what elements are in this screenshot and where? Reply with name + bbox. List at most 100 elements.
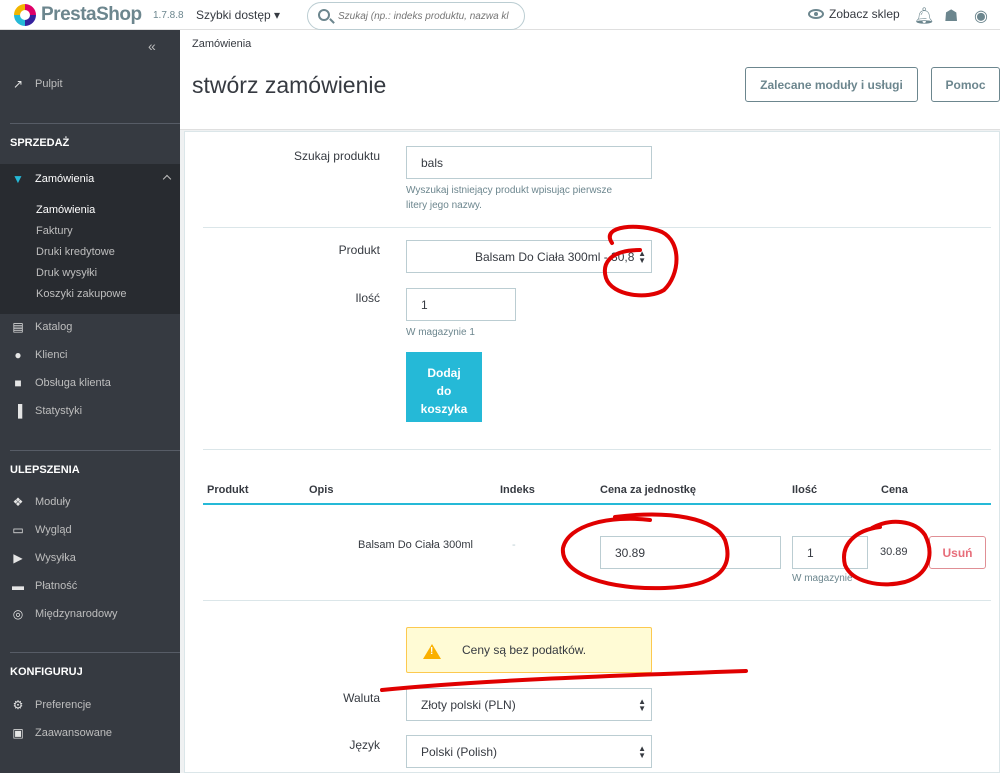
select-arrows-icon: ▲ ▼: [638, 697, 646, 713]
basket-icon: ▼: [12, 172, 24, 186]
currency-select[interactable]: Złoty polski (PLN) ▲ ▼: [406, 688, 652, 721]
sidebar-item-label: Pulpit: [35, 78, 63, 90]
sidebar-item-dashboard[interactable]: ↗ Pulpit: [0, 72, 180, 96]
sidebar-item-orders[interactable]: ▼ Zamówienia: [0, 164, 180, 194]
sidebar-item-catalog[interactable]: ▤ Katalog: [0, 315, 180, 339]
add-button-line: Dodaj: [427, 366, 461, 380]
search-icon: [318, 9, 330, 21]
row-description: Balsam Do Ciała 300ml: [358, 539, 473, 551]
unit-price-input[interactable]: 30.89: [600, 536, 781, 569]
sidebar-item-preferences[interactable]: ⚙ Preferencje: [0, 693, 180, 717]
search-input[interactable]: [338, 7, 520, 25]
select-arrows-icon: ▲ ▼: [638, 249, 646, 265]
product-label: Produkt: [338, 243, 380, 257]
sidebar-item-customer-service[interactable]: ■ Obsługa klienta: [0, 371, 180, 395]
add-to-cart-button[interactable]: Dodaj do koszyka: [406, 352, 482, 422]
sidebar-divider: [10, 123, 180, 124]
help-button[interactable]: Pomoc: [931, 67, 1000, 102]
sidebar-item-international[interactable]: ◎ Międzynarodowy: [0, 602, 180, 626]
user-icon[interactable]: ◉: [974, 6, 988, 26]
collapse-sidebar-icon[interactable]: «: [148, 38, 156, 54]
account-circle-icon: ●: [14, 348, 22, 362]
sidebar-item-payment[interactable]: ▬ Płatność: [0, 574, 180, 598]
quantity-label: Ilość: [355, 291, 380, 305]
product-select[interactable]: Balsam Do Ciała 300ml - 30,8 ▲ ▼: [406, 240, 652, 273]
chevron-up-icon: [162, 174, 172, 184]
sidebar-item-label: Zaawansowane: [35, 727, 113, 739]
sidebar-item-customers[interactable]: ● Klienci: [0, 343, 180, 367]
column-header-product: Produkt: [207, 484, 249, 496]
prestashop-logo-icon: [14, 4, 36, 26]
quantity-input[interactable]: 1: [406, 288, 516, 321]
globe-icon: ◎: [12, 607, 24, 621]
help-line: Wyszukaj istniejący produkt wpisując pie…: [406, 185, 613, 196]
sidebar: « ↗ Pulpit SPRZEDAŻ ▼ Zamówienia Zamówie…: [0, 30, 180, 773]
prestashop-logo[interactable]: PrestaShop: [14, 4, 142, 26]
sidebar-item-label: Klienci: [35, 349, 68, 361]
sidebar-item-label: Preferencje: [35, 699, 92, 711]
sidebar-item-label: Zamówienia: [35, 173, 95, 185]
language-select-value: Polski (Polish): [421, 744, 498, 759]
sidebar-item-modules[interactable]: ❖ Moduły: [0, 490, 180, 514]
submenu-delivery-slips[interactable]: Druk wysyłki: [36, 267, 97, 279]
view-shop-label: Zobacz sklep: [829, 7, 900, 21]
currency-label: Waluta: [343, 691, 380, 705]
top-bar: PrestaShop 1.7.8.8 Szybki dostęp ▾ Zobac…: [0, 0, 1000, 30]
truck-icon: ▶: [13, 551, 23, 565]
gear-icon: ⚙: [12, 698, 24, 712]
credit-card-icon: ▬: [12, 579, 24, 593]
submenu-orders[interactable]: Zamówienia: [36, 204, 95, 216]
view-shop-link[interactable]: Zobacz sklep: [808, 7, 900, 21]
breadcrumb[interactable]: Zamówienia: [192, 38, 251, 50]
warning-icon: [423, 644, 441, 659]
submenu-shopping-carts[interactable]: Koszyki zakupowe: [36, 288, 127, 300]
product-select-value: Balsam Do Ciała 300ml - 30,8: [475, 249, 635, 264]
settings-applications-icon: ▣: [12, 726, 24, 740]
submenu-invoices[interactable]: Faktury: [36, 225, 73, 237]
cart-panel: Szukaj produktu bals Wyszukaj istniejący…: [184, 131, 1000, 773]
sidebar-item-design[interactable]: ▭ Wygląd: [0, 518, 180, 542]
divider: [203, 600, 991, 601]
alert-text: Ceny są bez podatków.: [462, 643, 587, 657]
sidebar-item-advanced[interactable]: ▣ Zaawansowane: [0, 721, 180, 745]
sidebar-item-stats[interactable]: ▐ Statystyki: [0, 399, 180, 423]
sidebar-divider: [10, 652, 180, 653]
trending-up-icon: ↗: [12, 77, 24, 91]
column-header-quantity: Ilość: [792, 484, 818, 496]
store-icon: ▤: [12, 320, 24, 334]
sidebar-item-label: Moduły: [35, 496, 71, 508]
remove-product-button[interactable]: Usuń: [929, 536, 986, 569]
bar-chart-icon: ▐: [13, 404, 23, 418]
desktop-icon: ▭: [12, 523, 24, 537]
recommended-modules-button[interactable]: Zalecane moduły i usługi: [745, 67, 918, 102]
search-product-label: Szukaj produktu: [293, 149, 380, 163]
quick-access-menu[interactable]: Szybki dostęp ▾: [196, 8, 280, 22]
eye-icon: [808, 9, 824, 19]
help-line: litery jego nazwy.: [406, 200, 482, 211]
column-header-description: Opis: [309, 484, 334, 496]
sidebar-divider: [10, 450, 180, 451]
currency-select-value: Złoty polski (PLN): [421, 697, 516, 712]
column-header-unit-price: Cena za jednostkę: [600, 484, 696, 496]
row-quantity-input[interactable]: 1: [792, 536, 868, 569]
select-arrows-icon: ▲ ▼: [638, 744, 646, 760]
sidebar-item-label: Wysyłka: [35, 552, 76, 564]
submenu-credit-slips[interactable]: Druki kredytowe: [36, 246, 115, 258]
sidebar-item-label: Płatność: [35, 580, 78, 592]
table-header-line: [203, 503, 991, 505]
product-search-input[interactable]: bals: [406, 146, 652, 179]
section-improve: ULEPSZENIA: [10, 464, 80, 476]
row-stock-text: W magazynie: [792, 573, 853, 584]
sidebar-item-label: Międzynarodowy: [35, 608, 118, 620]
sidebar-item-shipping[interactable]: ▶ Wysyłka: [0, 546, 180, 570]
search-box[interactable]: [307, 2, 525, 30]
trophy-icon[interactable]: ☗: [944, 6, 958, 26]
row-price: 30.89: [880, 546, 908, 558]
add-button-line: do: [436, 384, 452, 398]
divider: [203, 227, 991, 228]
bell-icon[interactable]: 🔔︎: [914, 6, 934, 26]
page-title: stwórz zamówienie: [192, 72, 387, 98]
search-help-text: Wyszukaj istniejący produkt wpisując pie…: [406, 183, 612, 213]
language-select[interactable]: Polski (Polish) ▲ ▼: [406, 735, 652, 768]
sidebar-item-label: Wygląd: [35, 524, 72, 536]
